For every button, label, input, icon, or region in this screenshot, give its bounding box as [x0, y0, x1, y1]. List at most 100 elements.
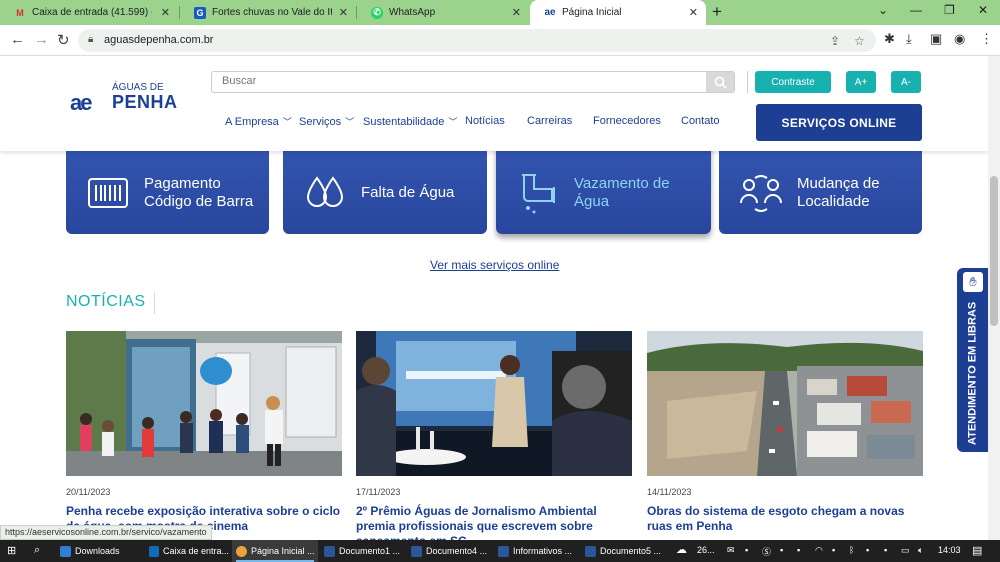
weather-text[interactable]: 26... — [697, 545, 715, 555]
service-card-falta-agua[interactable]: Falta de Água — [283, 141, 487, 234]
close-icon[interactable]: ✕ — [161, 6, 170, 19]
logo-main-text: PENHA — [112, 92, 178, 112]
taskbar-item-downloads[interactable]: Downloads — [56, 540, 140, 562]
taskbar-item-word1[interactable]: Documento1 ... — [320, 540, 406, 562]
windows-start-icon[interactable]: ⊞ — [7, 544, 16, 557]
weather-icon[interactable]: ☁ — [676, 543, 687, 556]
window-close-icon[interactable]: ✕ — [978, 3, 988, 17]
browser-tab-gmail[interactable]: M Caixa de entrada (41.599) - pinh ✕ — [0, 0, 178, 25]
new-tab-button[interactable]: + — [712, 2, 722, 22]
share-icon[interactable]: ⇪ — [830, 34, 840, 48]
nav-label: Serviços — [299, 116, 342, 128]
mail-tray-icon[interactable]: ✉ — [727, 545, 735, 556]
close-icon[interactable]: ✕ — [512, 6, 521, 19]
nav-contato[interactable]: Contato — [681, 115, 720, 127]
news-title-link[interactable]: 2º Prêmio Águas de Jornalismo Ambiental … — [356, 504, 634, 540]
search-button[interactable] — [706, 72, 734, 92]
libras-tab[interactable]: ✋︎ ATENDIMENTO EM LIBRAS — [957, 268, 988, 452]
skype-tray-icon[interactable]: Ⓢ — [762, 545, 771, 558]
word-icon — [585, 545, 596, 557]
lock-icon[interactable]: 🔒︎ — [88, 34, 93, 45]
menu-kebab-icon[interactable]: ⋮ — [980, 31, 993, 47]
servicos-online-button[interactable]: SERVIÇOS ONLINE — [756, 104, 922, 141]
taskbar-item-word5[interactable]: Documento5 ... — [581, 540, 667, 562]
tab-search-icon[interactable]: ⌄ — [878, 3, 888, 17]
browser-tab-pagina-inicial[interactable]: ae Página Inicial ✕ — [530, 0, 706, 25]
news-image-exposicao[interactable] — [66, 331, 342, 476]
status-url-tooltip: https://aeservicosonline.com.br/servico/… — [0, 525, 212, 540]
app-tray-icon[interactable]: ▪ — [866, 545, 869, 555]
service-label-line1: Vazamento de — [574, 174, 670, 192]
close-icon[interactable]: ✕ — [689, 6, 698, 19]
scrollbar-thumb[interactable] — [990, 176, 998, 326]
service-card-mudanca[interactable]: Mudança de Localidade — [719, 141, 922, 234]
app-tray-icon[interactable]: ▪ — [832, 545, 835, 555]
taskbar-label: Documento4 ... — [426, 546, 488, 556]
nav-fornecedores[interactable]: Fornecedores — [593, 115, 661, 127]
nav-servicos[interactable]: Serviços ﹀ — [299, 115, 354, 128]
service-card-vazamento[interactable]: Vazamento de Água — [496, 141, 711, 234]
bookmark-star-icon[interactable]: ☆ — [854, 34, 865, 48]
reload-icon[interactable]: ↻ — [57, 31, 70, 49]
page-scrollbar[interactable] — [988, 56, 1000, 540]
forward-icon[interactable]: → — [34, 31, 49, 48]
news-title-link[interactable]: Obras do sistema de esgoto chegam a nova… — [647, 504, 925, 534]
search-icon — [714, 76, 727, 89]
profile-avatar-icon[interactable]: ◉ — [954, 31, 965, 47]
back-icon[interactable]: ← — [10, 31, 25, 48]
nav-label: Fornecedores — [593, 115, 661, 127]
bluetooth-icon[interactable]: ᛒ — [849, 545, 854, 555]
nav-a-empresa[interactable]: A Empresa ﹀ — [225, 115, 292, 128]
more-services-link[interactable]: Ver mais serviços online — [430, 258, 559, 272]
search-input[interactable] — [222, 75, 702, 87]
font-increase-button[interactable]: A+ — [846, 71, 876, 93]
chevron-down-icon: ﹀ — [448, 117, 458, 127]
browser-toolbar: ← → ↻ 🔒︎ aguasdepenha.com.br ⇪ ☆ ✱ ⤓ ▣ ◉… — [0, 25, 1000, 56]
download-icon[interactable]: ⤓ — [906, 31, 912, 47]
side-panel-icon[interactable]: ▣ — [930, 31, 942, 47]
taskbar-item-outlook[interactable]: Caixa de entra... — [145, 540, 229, 562]
news-image-premio[interactable] — [356, 331, 632, 476]
news-date: 14/11/2023 — [647, 487, 692, 497]
word-icon — [498, 545, 509, 557]
nav-noticias[interactable]: Notícias — [465, 115, 505, 127]
taskbar-item-word4[interactable]: Documento4 ... — [407, 540, 493, 562]
font-decrease-button[interactable]: A- — [891, 71, 921, 93]
volume-icon[interactable]: 🔈︎ — [918, 545, 923, 556]
app-tray-icon[interactable]: ▪ — [780, 545, 783, 555]
taskbar-item-informativos[interactable]: Informativos ... — [494, 540, 580, 562]
service-label-line1: Falta de Água — [361, 183, 455, 201]
address-bar[interactable]: 🔒︎ aguasdepenha.com.br ⇪ ☆ — [78, 29, 876, 52]
app-tray-icon[interactable]: ▪ — [745, 545, 748, 555]
app-tray-icon[interactable]: ▪ — [884, 545, 887, 555]
barcode-icon — [86, 171, 130, 215]
news-image-obras[interactable] — [647, 331, 923, 476]
taskbar-item-chrome[interactable]: Página Inicial ... — [232, 540, 318, 562]
restore-icon[interactable]: ❐ — [944, 3, 955, 17]
outlook-tray-icon[interactable]: ▪ — [797, 545, 800, 555]
nav-label: Notícias — [465, 115, 505, 127]
network-icon[interactable]: ▭ — [901, 545, 910, 556]
url-text: aguasdepenha.com.br — [104, 34, 214, 46]
service-label-line2: Código de Barra — [144, 192, 254, 210]
outlook-icon — [149, 545, 159, 557]
logo-mark: ae — [70, 90, 93, 115]
news-date: 17/11/2023 — [356, 487, 401, 497]
chevron-down-icon: ﹀ — [282, 117, 292, 127]
wifi-icon[interactable]: ◠ — [815, 545, 823, 556]
extensions-icon[interactable]: ✱ — [884, 31, 895, 47]
service-card-pagamento[interactable]: Pagamento Código de Barra — [66, 141, 269, 234]
contrast-button[interactable]: Contraste — [755, 71, 831, 93]
close-icon[interactable]: ✕ — [339, 6, 348, 19]
notifications-icon[interactable]: ▤ — [972, 544, 982, 557]
sign-language-hand-icon: ✋︎ — [963, 272, 983, 292]
nav-carreiras[interactable]: Carreiras — [527, 115, 572, 127]
browser-tab-news[interactable]: G Fortes chuvas no Vale do Itajaí t ✕ — [180, 0, 356, 25]
search-icon[interactable]: ⌕ — [34, 544, 40, 557]
minimize-icon[interactable]: — — [910, 3, 922, 17]
browser-tab-whatsapp[interactable]: ✆ WhatsApp ✕ — [357, 0, 529, 25]
word-icon — [324, 545, 335, 557]
nav-sustentabilidade[interactable]: Sustentabilidade ﹀ — [363, 115, 457, 128]
water-drops-icon — [303, 171, 347, 215]
clock[interactable]: 14:03 — [938, 545, 961, 555]
